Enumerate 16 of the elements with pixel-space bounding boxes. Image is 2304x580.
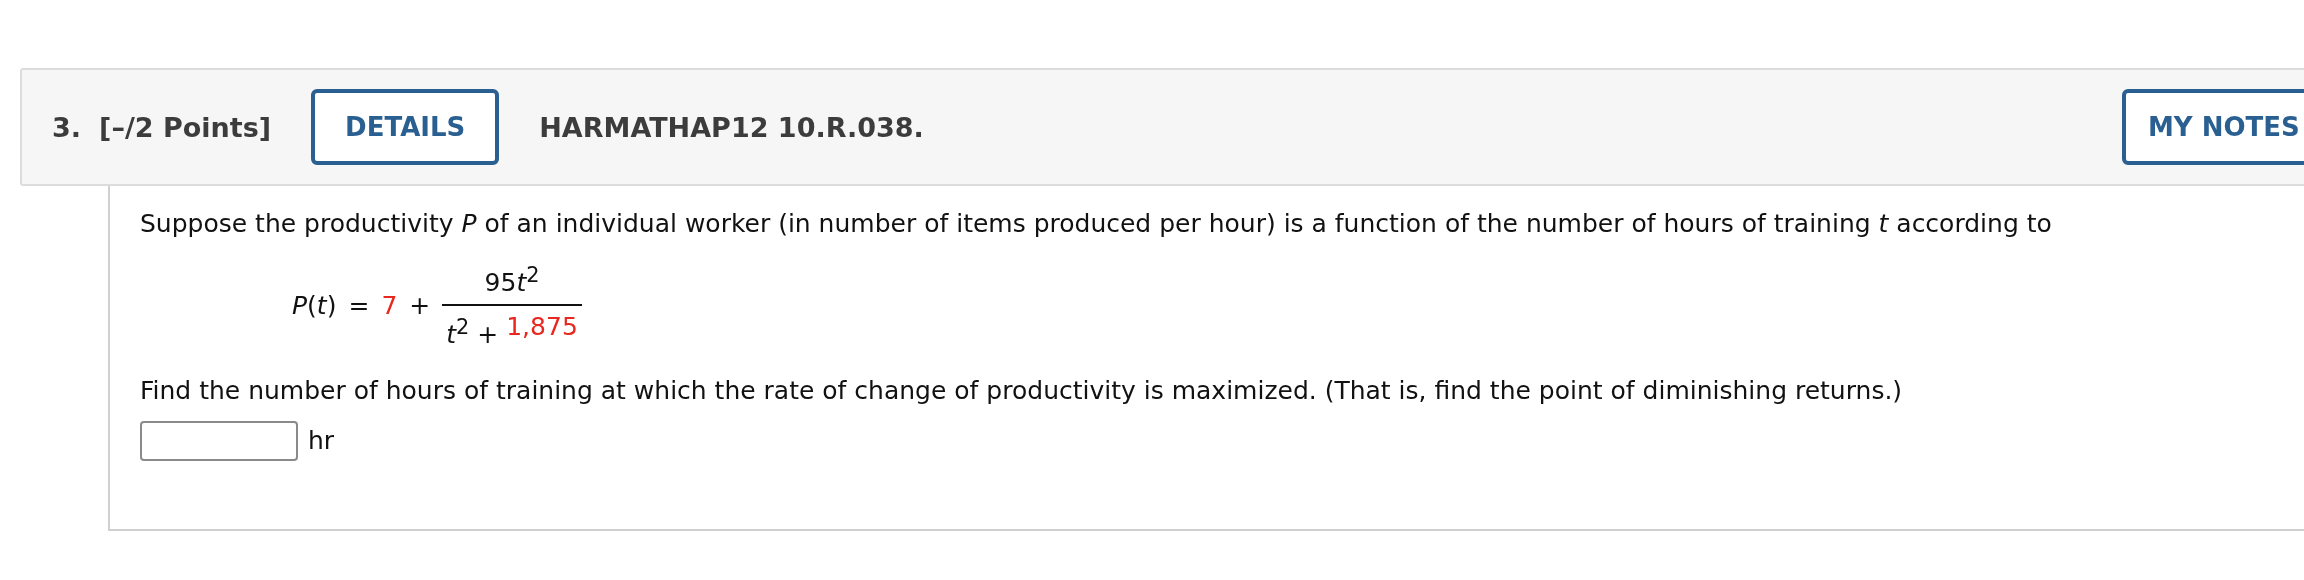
points-label: [–/2 Points] [99, 111, 272, 143]
formula-lhs: P(t) [292, 290, 337, 320]
question-number: 3. [52, 111, 82, 143]
unit-label: hr [308, 426, 335, 456]
denominator-constant: 1,875 [506, 311, 578, 344]
denominator-term: t$^{2}$ + [446, 314, 499, 352]
question-text: Suppose the productivity P of an individual worker (in number of items produced per hour) is a function of the number of hours of training t according to [140, 208, 2053, 240]
fraction-numerator: 95t$^{2}$ [483, 262, 541, 300]
formula-constant: 7 [381, 290, 398, 320]
prompt-text: Find the number of hours of training at which the rate of change of productivity is maximized. (That is, find the point of diminishing returns.) [140, 374, 1904, 407]
question-code: HARMATHAP12 10.R.038. [539, 111, 925, 143]
equals-sign: = [348, 290, 370, 320]
details-button[interactable]: DETAILS [311, 89, 500, 165]
answer-field[interactable] [140, 420, 298, 461]
my-notes-button[interactable]: MY NOTES [2122, 89, 2304, 165]
plus-sign: + [409, 290, 431, 320]
